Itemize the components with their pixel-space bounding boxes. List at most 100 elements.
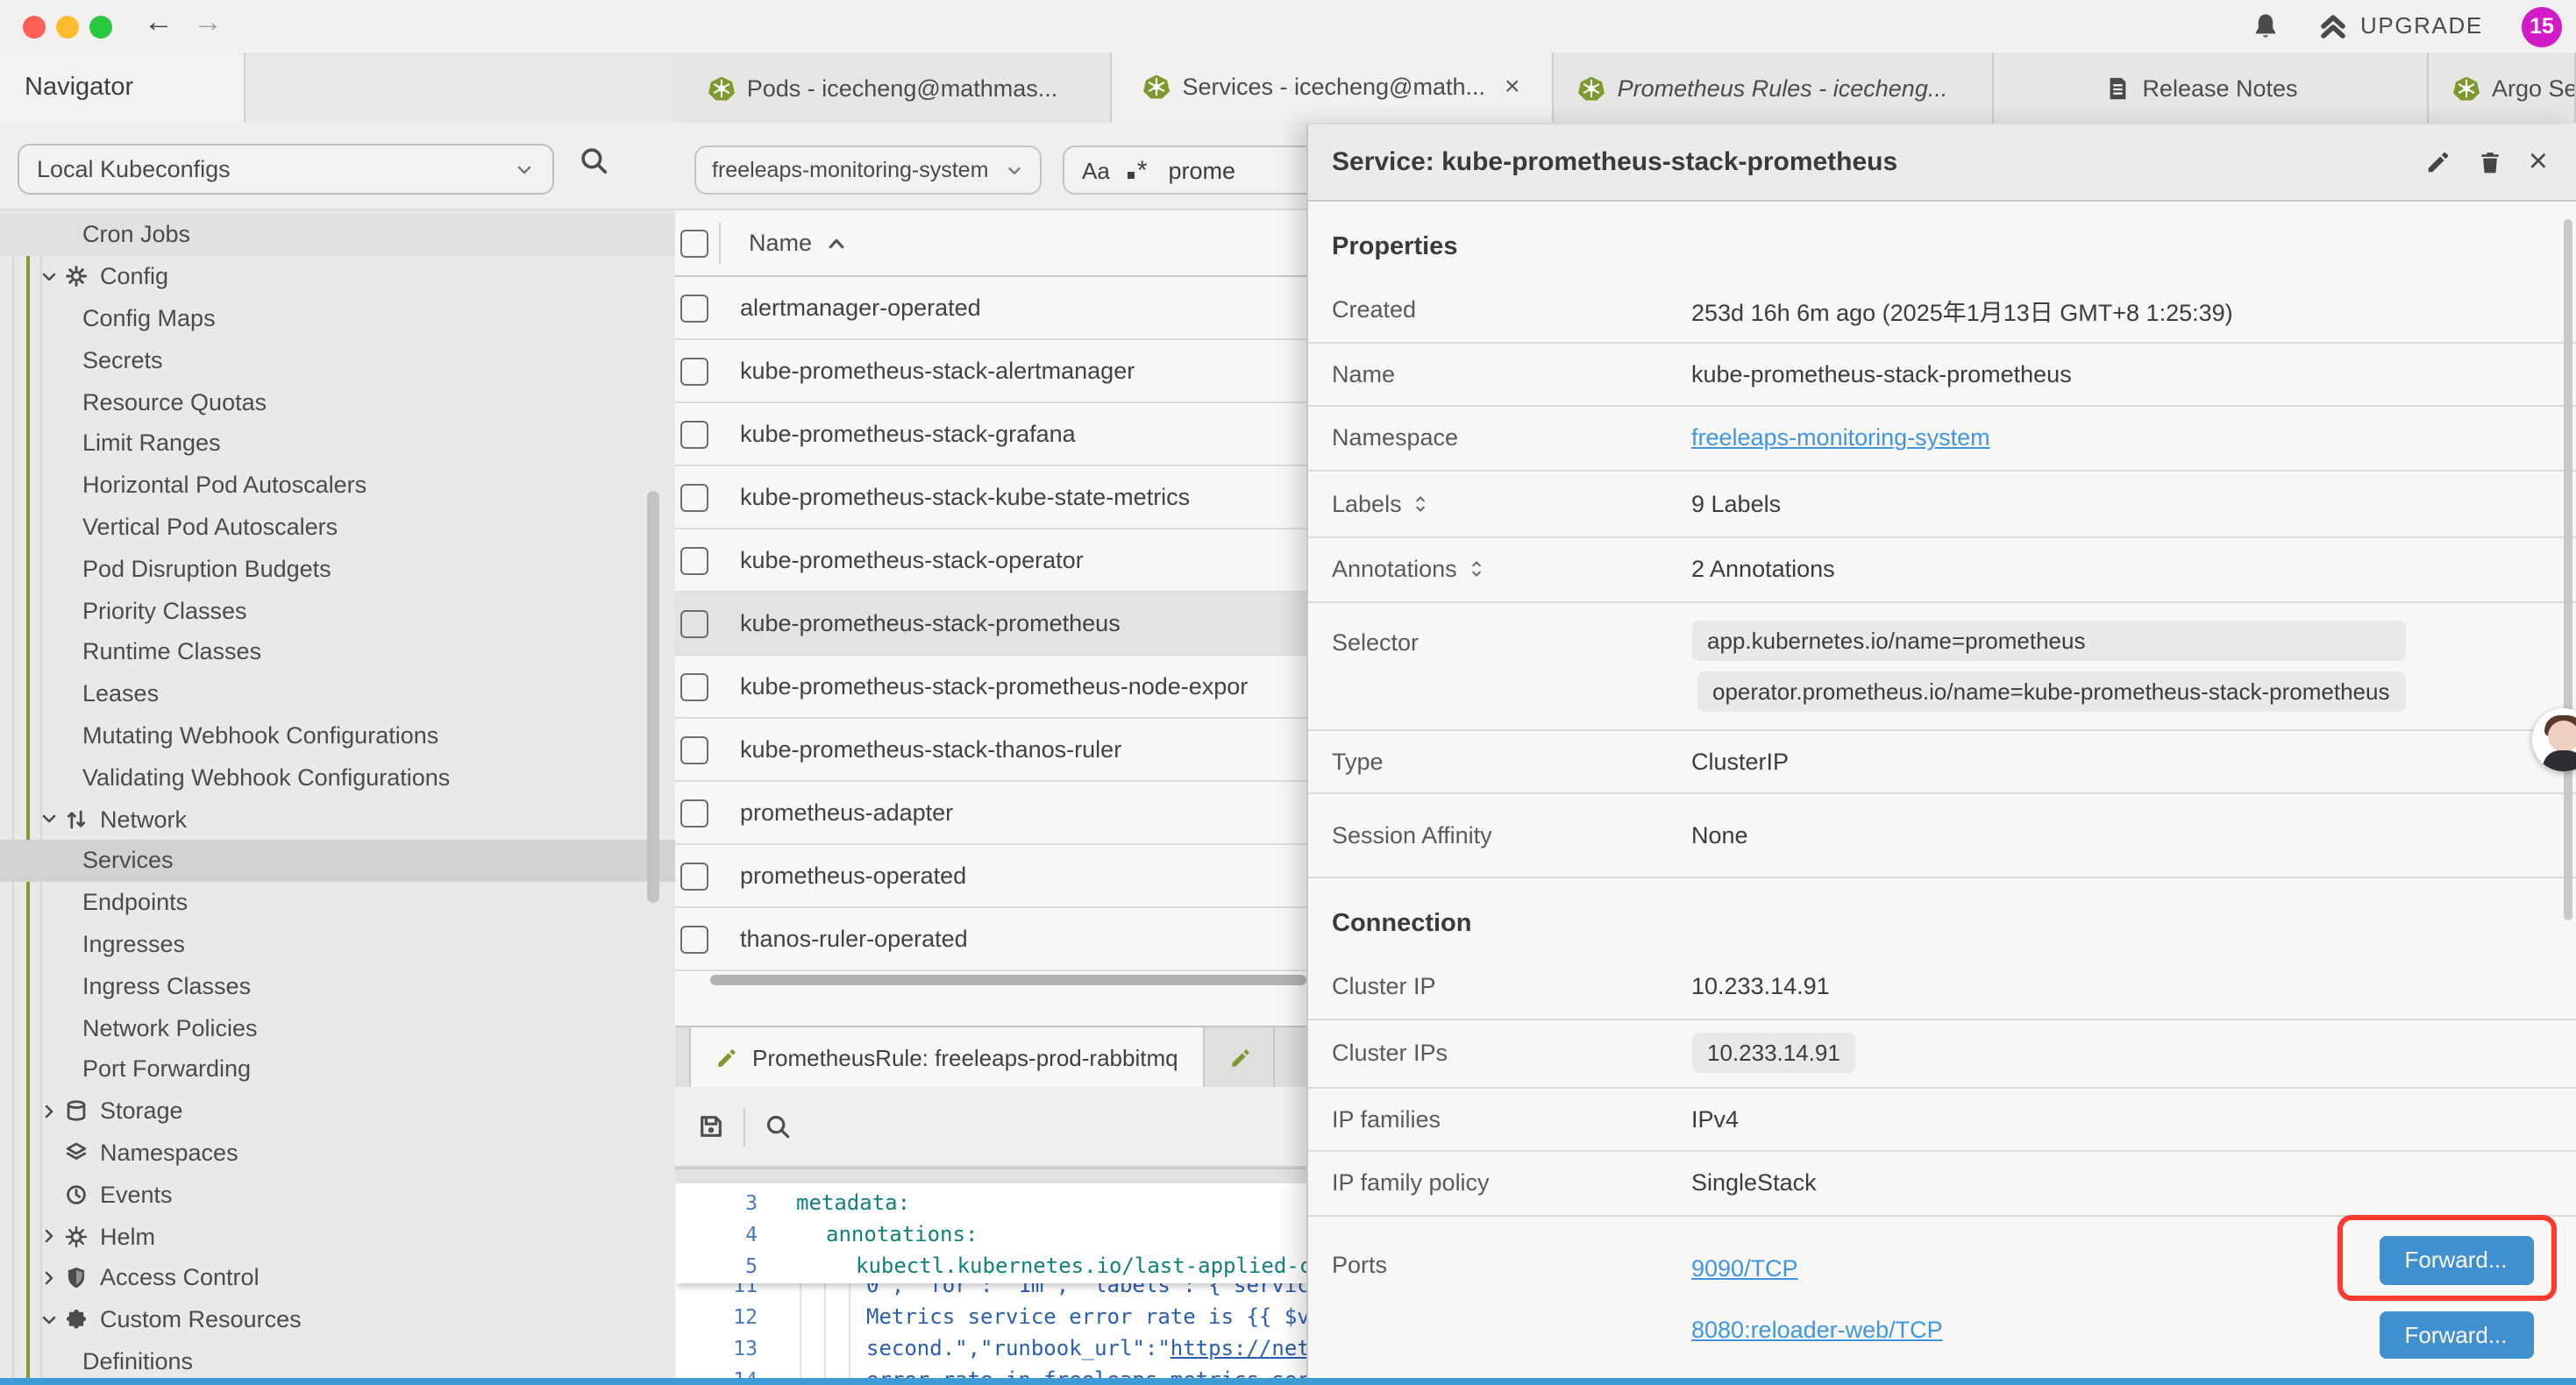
sidebar-item[interactable]: Leases — [0, 673, 675, 715]
sidebar-item[interactable]: Config Maps — [0, 297, 675, 339]
namespace-link[interactable]: freeleaps-monitoring-system — [1691, 425, 1990, 451]
table-row[interactable]: prometheus-operated — [675, 845, 1306, 908]
row-checkbox[interactable] — [680, 483, 708, 511]
tree-chevron-icon[interactable] — [39, 1183, 60, 1204]
row-checkbox[interactable] — [680, 799, 708, 827]
row-checkbox[interactable] — [680, 294, 708, 322]
sidebar-item[interactable]: Network — [0, 798, 675, 840]
sidebar-item[interactable]: Storage — [0, 1090, 675, 1132]
app-tab[interactable]: Services - icecheng@math... × — [1112, 53, 1554, 123]
search-icon[interactable] — [579, 146, 608, 175]
row-checkbox[interactable] — [680, 672, 708, 700]
close-icon[interactable]: × — [2529, 146, 2548, 179]
table-row[interactable]: kube-prometheus-stack-thanos-ruler — [675, 719, 1306, 782]
table-row[interactable]: thanos-ruler-operated — [675, 908, 1306, 971]
sidebar-item[interactable]: Resource Quotas — [0, 380, 675, 423]
row-checkbox[interactable] — [680, 420, 708, 448]
editor-link[interactable]: https://nete — [1171, 1336, 1306, 1360]
chevron-down-icon[interactable] — [39, 266, 60, 287]
edit-icon[interactable] — [2425, 149, 2451, 175]
sidebar-item[interactable]: Access Control — [0, 1257, 675, 1299]
table-row[interactable]: kube-prometheus-stack-operator — [675, 529, 1306, 593]
expand-annotations-icon[interactable] — [1468, 558, 1485, 581]
table-row[interactable]: kube-prometheus-stack-alertmanager — [675, 340, 1306, 403]
row-checkbox[interactable] — [680, 735, 708, 764]
editor-search-icon[interactable] — [765, 1113, 791, 1140]
search-input[interactable] — [1165, 155, 1313, 185]
table-row[interactable]: kube-prometheus-stack-grafana — [675, 403, 1306, 466]
chevron-right-icon[interactable] — [39, 1225, 60, 1246]
sidebar-item[interactable]: Ingresses — [0, 923, 675, 965]
sidebar-item[interactable]: Namespaces — [0, 1132, 675, 1174]
table-row[interactable]: kube-prometheus-stack-prometheus-node-ex… — [675, 656, 1306, 719]
row-checkbox[interactable] — [680, 862, 708, 890]
kubeconfig-select[interactable]: Local Kubeconfigs — [18, 144, 554, 195]
sidebar-item[interactable]: Helm — [0, 1215, 675, 1257]
dock-tab-prometheusrule[interactable]: PrometheusRule: freeleaps-prod-rabbitmq — [689, 1027, 1205, 1087]
namespace-select[interactable]: freeleaps-monitoring-system — [694, 146, 1042, 195]
sidebar-item[interactable]: Pod Disruption Budgets — [0, 548, 675, 590]
table-hscrollbar-thumb[interactable] — [710, 975, 1306, 985]
navigator-scrollbar-thumb[interactable] — [647, 491, 659, 903]
sidebar-item[interactable]: Priority Classes — [0, 589, 675, 631]
close-window-button[interactable] — [23, 15, 46, 38]
select-all-checkbox[interactable] — [680, 229, 708, 257]
maximize-window-button[interactable] — [89, 15, 112, 38]
navigator-panel-tab[interactable]: Navigator — [0, 53, 246, 123]
trash-icon[interactable] — [2478, 149, 2502, 175]
row-checkbox[interactable] — [680, 357, 708, 385]
sidebar-item[interactable]: Cron Jobs — [0, 214, 675, 256]
table-row[interactable]: alertmanager-operated — [675, 277, 1306, 340]
sidebar-item[interactable]: Vertical Pod Autoscalers — [0, 506, 675, 548]
forward-button-8080[interactable]: Forward... — [2379, 1310, 2533, 1359]
row-checkbox[interactable] — [680, 546, 708, 574]
port-9090-link[interactable]: 9090/TCP — [1691, 1254, 1798, 1281]
chevron-down-icon[interactable] — [39, 1309, 60, 1330]
chevron-down-icon[interactable] — [39, 808, 60, 829]
app-tab[interactable]: Pods - icecheng@mathmas... — [675, 53, 1112, 123]
sidebar-item[interactable]: Mutating Webhook Configurations — [0, 714, 675, 756]
sidebar-item[interactable]: Services — [0, 840, 675, 882]
tree-chevron-icon[interactable] — [39, 1142, 60, 1163]
table-row[interactable]: prometheus-adapter — [675, 782, 1306, 845]
row-checkbox[interactable] — [680, 925, 708, 953]
table-row[interactable]: kube-prometheus-stack-prometheus — [675, 593, 1306, 656]
sidebar-item[interactable]: Horizontal Pod Autoscalers — [0, 465, 675, 507]
sidebar-item[interactable]: Network Policies — [0, 1006, 675, 1048]
sidebar-item[interactable]: Port Forwarding — [0, 1048, 675, 1090]
sort-ascending-icon[interactable] — [826, 232, 847, 253]
notification-count-badge[interactable]: 15 — [2522, 6, 2562, 46]
app-tab[interactable]: Argo Se — [2429, 53, 2576, 123]
upgrade-icon[interactable] — [2318, 12, 2348, 40]
name-column-header[interactable]: Name — [749, 230, 812, 256]
chevron-right-icon[interactable] — [39, 1268, 60, 1289]
port-8080-link[interactable]: 8080:reloader-web/TCP — [1691, 1316, 1943, 1342]
save-icon[interactable] — [698, 1113, 724, 1140]
expand-labels-icon[interactable] — [1413, 493, 1430, 515]
sidebar-item[interactable]: Runtime Classes — [0, 631, 675, 673]
sidebar-item[interactable]: Config — [0, 256, 675, 298]
sidebar-item[interactable]: Secrets — [0, 339, 675, 381]
sidebar-item[interactable]: Endpoints — [0, 882, 675, 924]
upgrade-button[interactable]: UPGRADE — [2360, 12, 2483, 39]
drawer-scrollbar-thumb[interactable] — [2563, 219, 2572, 920]
regex-toggle[interactable]: * — [1128, 155, 1148, 185]
minimize-window-button[interactable] — [56, 15, 79, 38]
yaml-editor[interactable]: 11 0", "for": "1m", "labels": {"service"… — [677, 1183, 1306, 1378]
sidebar-item[interactable]: Limit Ranges — [0, 423, 675, 465]
sidebar-item[interactable]: Definitions — [0, 1340, 675, 1382]
bell-icon[interactable] — [2252, 12, 2280, 40]
row-checkbox[interactable] — [680, 609, 708, 637]
sidebar-item[interactable]: Ingress Classes — [0, 965, 675, 1007]
chevron-right-icon[interactable] — [39, 1100, 60, 1121]
app-tab[interactable]: Prometheus Rules - icecheng... — [1554, 53, 1994, 123]
sidebar-item[interactable]: Custom Resources — [0, 1298, 675, 1340]
dock-tab-second[interactable] — [1205, 1027, 1275, 1087]
tab-close-icon[interactable]: × — [1505, 72, 1520, 102]
match-case-toggle[interactable]: Aa — [1082, 157, 1110, 183]
table-row[interactable]: kube-prometheus-stack-kube-state-metrics — [675, 466, 1306, 529]
app-tab[interactable]: Release Notes — [1994, 53, 2429, 123]
sidebar-item[interactable]: Validating Webhook Configurations — [0, 756, 675, 799]
back-arrow-icon[interactable]: ← — [144, 5, 174, 40]
forward-arrow-icon[interactable]: → — [193, 5, 223, 40]
